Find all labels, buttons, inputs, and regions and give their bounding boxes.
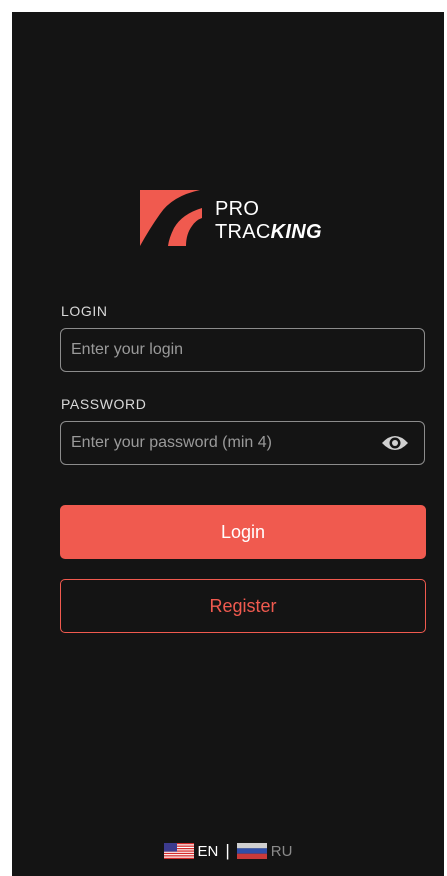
- register-button[interactable]: Register: [60, 579, 426, 633]
- logo-mark-icon: [140, 190, 202, 246]
- login-screen: PRO TRACKING LOGIN Enter your login PASS…: [12, 12, 444, 876]
- logo-line-tracking: TRACKING: [215, 221, 322, 244]
- login-placeholder: Enter your login: [71, 341, 184, 358]
- login-input[interactable]: Enter your login: [60, 328, 425, 372]
- logo-wordmark: PRO TRACKING: [215, 198, 322, 244]
- us-flag-icon: [163, 843, 194, 859]
- register-button-label: Register: [209, 595, 277, 616]
- login-button-label: Login: [220, 521, 266, 542]
- login-label: LOGIN: [61, 303, 108, 319]
- language-option-ru[interactable]: RU: [236, 842, 293, 860]
- password-placeholder: Enter your password (min 4): [71, 434, 272, 451]
- logo-king-text: KING: [270, 221, 322, 243]
- password-input[interactable]: Enter your password (min 4): [60, 421, 425, 465]
- logo-trac-text: TRAC: [215, 221, 271, 243]
- logo-line-pro: PRO: [215, 198, 260, 220]
- pro-tracking-logo: PRO TRACKING: [138, 188, 338, 268]
- eye-icon[interactable]: [380, 432, 410, 454]
- language-switcher: EN | RU: [12, 841, 444, 861]
- language-option-en[interactable]: EN: [163, 842, 219, 860]
- language-separator: |: [225, 841, 230, 860]
- language-label-en: EN: [197, 842, 219, 860]
- ru-flag-icon: [236, 843, 267, 859]
- login-button[interactable]: Login: [60, 505, 426, 559]
- language-label-ru: RU: [270, 842, 293, 860]
- password-label: PASSWORD: [61, 396, 147, 412]
